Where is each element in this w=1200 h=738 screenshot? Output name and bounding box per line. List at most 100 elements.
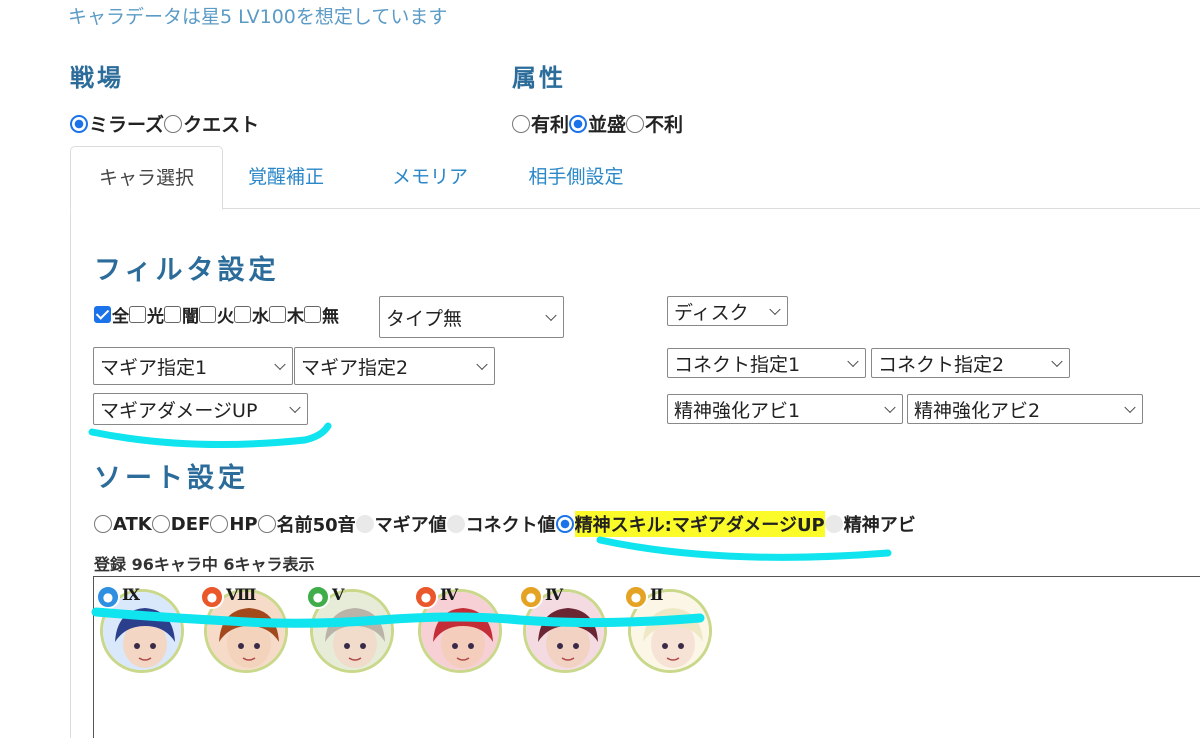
element-label: 無 bbox=[322, 307, 339, 327]
radio[interactable] bbox=[210, 515, 229, 533]
attribute-option-disadvantage[interactable]: 不利 bbox=[626, 110, 683, 137]
checkbox[interactable] bbox=[164, 306, 181, 323]
attribute-radio-group: 有利 並盛 不利 bbox=[512, 110, 683, 137]
chevron-down-icon bbox=[545, 309, 557, 322]
sort-option-atk[interactable]: ATK bbox=[94, 514, 152, 535]
element-label: 光 bbox=[147, 307, 164, 327]
chevron-down-icon bbox=[1124, 401, 1136, 414]
disc-select[interactable]: ディスク bbox=[667, 296, 788, 326]
sort-option-connect: コネクト値 bbox=[446, 511, 556, 537]
checkbox[interactable] bbox=[269, 306, 286, 323]
magia-damage-select[interactable]: マギアダメージUP bbox=[93, 393, 308, 425]
element-filter-forest[interactable]: 木 bbox=[269, 302, 304, 327]
attribute-option-label: 不利 bbox=[645, 114, 684, 136]
checkbox[interactable] bbox=[234, 306, 251, 323]
element-fire-icon: ● bbox=[414, 585, 438, 609]
connect-select-2[interactable]: コネクト指定2 bbox=[871, 348, 1070, 378]
checkbox[interactable] bbox=[304, 306, 321, 323]
attribute-option-label: 有利 bbox=[531, 114, 570, 136]
select-value: タイプ無 bbox=[386, 307, 463, 330]
radio[interactable] bbox=[151, 515, 170, 533]
sort-option-label: HP bbox=[229, 513, 258, 535]
character-card[interactable]: ● Ⅸ bbox=[96, 585, 188, 677]
character-card[interactable]: ● Ⅷ bbox=[200, 585, 292, 677]
attribute-option-advantage[interactable]: 有利 bbox=[512, 110, 569, 137]
character-rank: Ⅸ bbox=[122, 585, 141, 604]
magia-select-2[interactable]: マギア指定2 bbox=[294, 347, 495, 385]
sort-option-magia: マギア値 bbox=[355, 511, 447, 537]
element-filter-light[interactable]: 光 bbox=[129, 302, 164, 327]
character-rank: Ⅱ bbox=[650, 585, 664, 604]
tab-memoria[interactable]: メモリア bbox=[370, 146, 490, 210]
sort-option-label: 精神アビ bbox=[843, 515, 916, 536]
battle-option-label: ミラーズ bbox=[89, 114, 165, 136]
checkbox[interactable] bbox=[199, 306, 216, 323]
radio-mirrors[interactable] bbox=[70, 114, 88, 133]
chevron-down-icon bbox=[289, 401, 301, 414]
radio-advantage[interactable] bbox=[512, 114, 530, 133]
character-card[interactable]: ● Ⅱ bbox=[624, 585, 716, 677]
sort-option-def[interactable]: DEF bbox=[151, 514, 210, 535]
radio-quest[interactable] bbox=[164, 114, 183, 133]
chevron-down-icon bbox=[884, 401, 896, 414]
character-rank: Ⅷ bbox=[226, 585, 257, 604]
connect-select-1[interactable]: コネクト指定1 bbox=[667, 348, 866, 378]
attribute-option-neutral[interactable]: 並盛 bbox=[569, 110, 626, 137]
checkbox[interactable] bbox=[129, 306, 146, 323]
tab-character-select[interactable]: キャラ選択 bbox=[70, 146, 223, 210]
sort-option-name[interactable]: 名前50音 bbox=[257, 511, 356, 537]
tab-opponent-settings[interactable]: 相手側設定 bbox=[516, 146, 636, 210]
radio-disadvantage[interactable] bbox=[626, 114, 645, 133]
character-card[interactable]: ● Ⅴ bbox=[306, 585, 398, 677]
radio[interactable] bbox=[94, 515, 112, 533]
checkbox[interactable] bbox=[94, 306, 111, 323]
sort-heading: ソート設定 bbox=[94, 463, 249, 494]
element-label: 闇 bbox=[182, 307, 199, 327]
filter-heading: フィルタ設定 bbox=[94, 255, 280, 286]
sort-radio-group: ATK DEF HP 名前50音 マギア値 コネクト値 精神スキル:マギアダメー… bbox=[94, 511, 916, 537]
character-rank: Ⅳ bbox=[545, 585, 564, 604]
battle-option-label: クエスト bbox=[183, 114, 260, 136]
radio-disabled bbox=[824, 515, 843, 533]
battle-radio-group: ミラーズ クエスト bbox=[70, 110, 259, 137]
element-filter-void[interactable]: 無 bbox=[304, 302, 339, 327]
magia-select-1[interactable]: マギア指定1 bbox=[93, 347, 293, 385]
element-filter-fire[interactable]: 火 bbox=[199, 302, 234, 327]
chevron-down-icon bbox=[274, 358, 286, 371]
element-label: 全 bbox=[112, 307, 129, 327]
spirit-ability-select-1[interactable]: 精神強化アビ1 bbox=[667, 394, 903, 424]
select-value: 精神強化アビ2 bbox=[914, 399, 1041, 422]
spirit-ability-select-2[interactable]: 精神強化アビ2 bbox=[907, 394, 1143, 424]
tab-awakening[interactable]: 覚醒補正 bbox=[228, 146, 344, 210]
character-rank: Ⅴ bbox=[332, 585, 345, 604]
battle-option-quest[interactable]: クエスト bbox=[164, 110, 259, 137]
attribute-heading: 属性 bbox=[512, 64, 566, 92]
character-card[interactable]: ● Ⅳ bbox=[414, 585, 506, 677]
type-select[interactable]: タイプ無 bbox=[379, 296, 564, 338]
element-filter-row: 全 光 闇 火 水 木 無 bbox=[94, 302, 339, 327]
sort-option-hp[interactable]: HP bbox=[210, 513, 258, 535]
attribute-option-label: 並盛 bbox=[588, 114, 627, 136]
element-forest-icon: ● bbox=[306, 585, 330, 609]
character-card[interactable]: ● Ⅳ bbox=[519, 585, 611, 677]
element-filter-dark[interactable]: 闇 bbox=[164, 302, 199, 327]
element-filter-all[interactable]: 全 bbox=[94, 302, 129, 327]
chevron-down-icon bbox=[847, 355, 859, 368]
radio-neutral[interactable] bbox=[569, 114, 588, 133]
tab-bar: キャラ選択 覚醒補正 メモリア 相手側設定 bbox=[70, 146, 1200, 210]
radio[interactable] bbox=[257, 515, 276, 533]
chevron-down-icon bbox=[476, 358, 488, 371]
sort-option-label: マギア値 bbox=[374, 515, 447, 536]
select-value: マギアダメージUP bbox=[100, 399, 258, 422]
sort-option-label: コネクト値 bbox=[465, 515, 556, 536]
element-light-icon: ● bbox=[519, 585, 543, 609]
sort-option-spirit-skill[interactable]: 精神スキル:マギアダメージUP bbox=[555, 511, 825, 537]
select-value: 精神強化アビ1 bbox=[674, 399, 801, 422]
radio-selected[interactable] bbox=[555, 515, 574, 533]
element-filter-water[interactable]: 水 bbox=[234, 302, 269, 327]
battle-option-mirrors[interactable]: ミラーズ bbox=[70, 110, 164, 137]
sort-option-label-highlighted: 精神スキル:マギアダメージUP bbox=[574, 511, 825, 537]
select-value: ディスク bbox=[674, 301, 749, 324]
element-light-icon: ● bbox=[624, 585, 648, 609]
chevron-down-icon bbox=[1051, 355, 1063, 368]
